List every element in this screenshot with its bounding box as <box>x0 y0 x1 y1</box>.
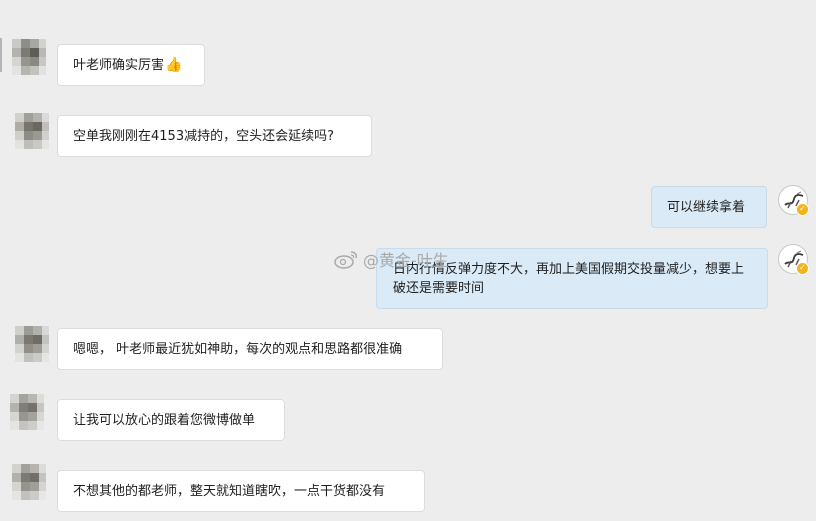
message-text: 空单我刚刚在4153减持的，空头还会延续吗? <box>73 128 334 144</box>
message-bubble-sent[interactable]: 可以继续拿着 <box>651 186 767 228</box>
contact-avatar-blurred[interactable] <box>10 394 44 430</box>
contact-avatar-blurred[interactable] <box>12 39 46 75</box>
verified-badge-icon: ✓ <box>796 262 809 275</box>
message-text: 可以继续拿着 <box>667 199 746 215</box>
contact-avatar-blurred[interactable] <box>15 326 49 362</box>
message-bubble-received[interactable]: 不想其他的都老师，整天就知道瞎吹，一点干货都没有 <box>57 470 425 512</box>
message-bubble-sent[interactable]: 日内行情反弹力度不大，再加上美国假期交投量减少，想要上破还是需要时间 <box>376 248 768 309</box>
message-text: 叶老师确实厉害 <box>73 57 165 73</box>
verified-badge-icon: ✓ <box>796 203 809 216</box>
message-bubble-received[interactable]: 空单我刚刚在4153减持的，空头还会延续吗? <box>57 115 372 157</box>
window-edge-divider <box>0 38 2 72</box>
message-text: 不想其他的都老师，整天就知道瞎吹，一点干货都没有 <box>73 483 386 499</box>
message-bubble-received[interactable]: 叶老师确实厉害 👍 <box>57 44 205 86</box>
user-avatar[interactable]: ✓ <box>778 185 809 216</box>
thumbs-up-emoji-icon: 👍 <box>165 56 183 73</box>
user-avatar[interactable]: ✓ <box>778 244 809 275</box>
message-bubble-received[interactable]: 嗯嗯， 叶老师最近犹如神助，每次的观点和思路都很准确 <box>57 328 443 370</box>
contact-avatar-blurred[interactable] <box>12 464 46 500</box>
weibo-logo-icon <box>334 251 357 269</box>
message-text: 日内行情反弹力度不大，再加上美国假期交投量减少，想要上破还是需要时间 <box>393 262 745 296</box>
message-text: 让我可以放心的跟着您微博做单 <box>73 412 256 428</box>
contact-avatar-blurred[interactable] <box>15 113 49 149</box>
message-text: 嗯嗯， 叶老师最近犹如神助，每次的观点和思路都很准确 <box>73 341 403 357</box>
message-bubble-received[interactable]: 让我可以放心的跟着您微博做单 <box>57 399 285 441</box>
